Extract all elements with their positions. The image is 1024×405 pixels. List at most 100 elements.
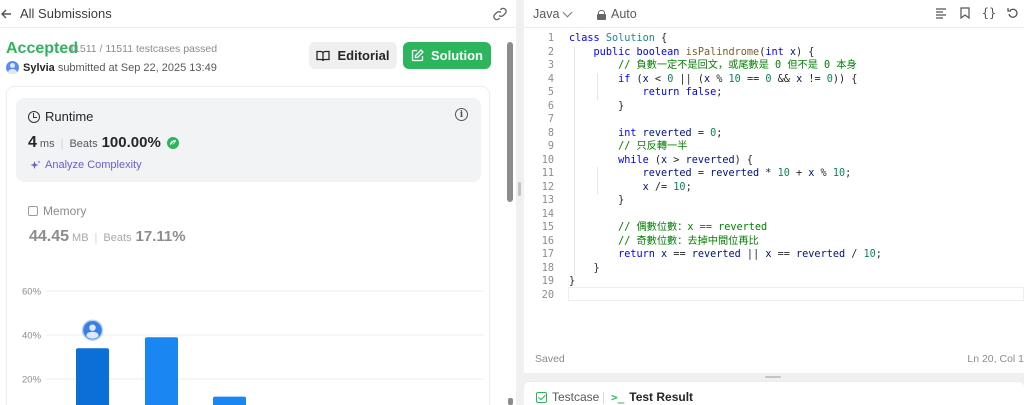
metric-separator: | [60,138,64,150]
chart-y-tick-label: 40% [22,331,42,342]
link-icon[interactable] [492,7,508,21]
all-submissions-link[interactable]: All Submissions [20,6,112,21]
username[interactable]: Sylvia [23,62,55,74]
back-arrow-icon[interactable] [0,7,14,21]
cursor-position: Ln 20, Col 1 [967,353,1024,365]
runtime-beats-percent: 100.00% [101,134,161,151]
memory-metric: 44.45 MB | Beats 17.11% [29,228,186,246]
line-number: 13 [541,195,554,206]
chart-bar[interactable] [145,337,178,405]
runtime-value: 4 [28,134,37,151]
code-line[interactable]: 1 class Solution { [524,32,1024,46]
tab-testcase[interactable]: Testcase [536,390,599,404]
language-label: Java [533,7,560,21]
line-number: 1 [547,33,554,44]
line-number: 17 [541,249,554,260]
memory-title-text: Memory [43,204,87,218]
tab-separator [603,392,604,404]
code-line[interactable]: 8 int reverted = 0; [524,127,1024,141]
horizontal-divider-handle[interactable] [765,376,781,378]
submitted-info: Sylvia submitted at Sep 22, 2025 13:49 [6,61,217,74]
indent-guide [597,72,598,100]
code-line[interactable]: 11 reverted = reverted * 10 + x % 10; [524,167,1024,181]
code-line[interactable]: 12 x /= 10; [524,181,1024,195]
tab-test-result[interactable]: >_ Test Result [611,390,693,404]
save-status: Saved [535,353,565,365]
line-number: 10 [541,154,554,166]
code-text: public boolean isPalindrome(int x) { [593,46,815,58]
braces-icon[interactable]: {} [982,6,996,20]
status-accepted: Accepted [6,40,79,57]
solution-button[interactable]: Solution [403,42,491,69]
line-number: 4 [547,73,554,85]
analyze-label: Analyze Complexity [45,159,142,171]
code-line[interactable]: 6 } [524,100,1024,114]
line-number: 5 [547,87,554,98]
indent-guide [574,45,575,275]
analyze-complexity-button[interactable]: Analyze Complexity [30,159,142,171]
lock-icon [597,9,606,20]
console-panel: Testcase >_ Test Result [524,381,1024,405]
panel-divider[interactable] [516,0,524,405]
code-editor[interactable]: 1 class Solution { 2 public boolean isPali… [524,32,1024,302]
code-line[interactable]: 5 return false; [524,86,1024,100]
chart-bar[interactable] [213,396,246,405]
runtime-beats-label: Beats [69,138,98,150]
auto-mode-label: Auto [611,7,637,21]
line-number: 20 [541,289,554,301]
left-scrollbar[interactable] [507,42,513,202]
code-text: reverted = reverted * 10 + x % 10; [642,168,852,179]
chart-y-tick-label: 20% [22,375,42,386]
code-text: } [569,100,625,112]
chevron-down-icon [562,7,573,17]
info-icon[interactable]: i [455,108,468,121]
code-text: class Solution { [569,33,668,44]
code-text: if (x < 0 || (x % 10 == 0 && x != 0)) { [618,73,858,85]
chart-bar[interactable] [76,348,109,405]
line-number: 16 [541,235,554,247]
code-text: return x == reverted || x == reverted / … [618,249,882,260]
code-line[interactable]: 17 return x == reverted || x == reverted… [524,248,1024,262]
code-line[interactable]: 7 [524,113,1024,127]
code-line[interactable]: 15 // 偶數位數：x == reverted [524,221,1024,235]
current-line-highlight [568,287,1024,301]
code-line[interactable]: 9 // 只反轉一半 [524,140,1024,154]
bookmark-icon[interactable] [958,6,972,20]
edit-icon [411,49,424,62]
runtime-title: Runtime [28,109,93,124]
code-line[interactable]: 2 public boolean isPalindrome(int x) { [524,46,1024,60]
memory-value: 44.45 [29,228,70,245]
memory-beats-percent: 17.11% [135,228,186,245]
reset-icon[interactable] [1006,6,1020,20]
divider-handle[interactable] [518,182,521,196]
submission-panel: All Submissions Accepted 11511 / 11511 t… [0,0,516,405]
code-line[interactable]: 13 } [524,194,1024,208]
runtime-unit: ms [39,138,55,150]
code-line[interactable]: 14 [524,208,1024,222]
submitted-time: submitted at Sep 22, 2025 13:49 [57,61,217,74]
editorial-button[interactable]: Editorial [309,42,397,69]
book-icon [316,50,331,61]
line-number: 6 [547,100,554,112]
code-line[interactable]: 4 if (x < 0 || (x % 10 == 0 && x != 0)) … [524,73,1024,87]
language-select[interactable]: Java [533,7,573,21]
code-line[interactable]: 3 // 負數一定不是回文，或尾數是 0 但不是 0 本身 [524,59,1024,73]
code-line[interactable]: 16 // 奇數位數：去掉中間位再比 [524,235,1024,249]
line-number: 18 [541,262,554,274]
memory-title[interactable]: Memory [28,204,86,218]
avatar[interactable] [6,61,19,74]
line-number: 7 [547,114,554,125]
line-number: 8 [547,127,554,139]
runtime-box[interactable]: Runtime i 4 ms | Beats 100.00% Analyze C… [16,98,481,182]
editor-toolbar: Java Auto {} [524,0,1024,28]
code-editor-panel: Java Auto {} 1 class Solution { 2 public b… [524,0,1024,373]
format-icon[interactable] [934,6,948,20]
code-text: while (x > reverted) { [618,154,754,166]
code-text: // 偶數位數：x == reverted [618,222,768,233]
clock-icon [28,110,40,123]
code-line[interactable]: 18 } [524,262,1024,276]
line-number: 15 [541,222,554,233]
code-line[interactable]: 10 while (x > reverted) { [524,154,1024,168]
auto-mode-toggle[interactable]: Auto [597,7,637,21]
memory-beats-label: Beats [103,232,132,244]
